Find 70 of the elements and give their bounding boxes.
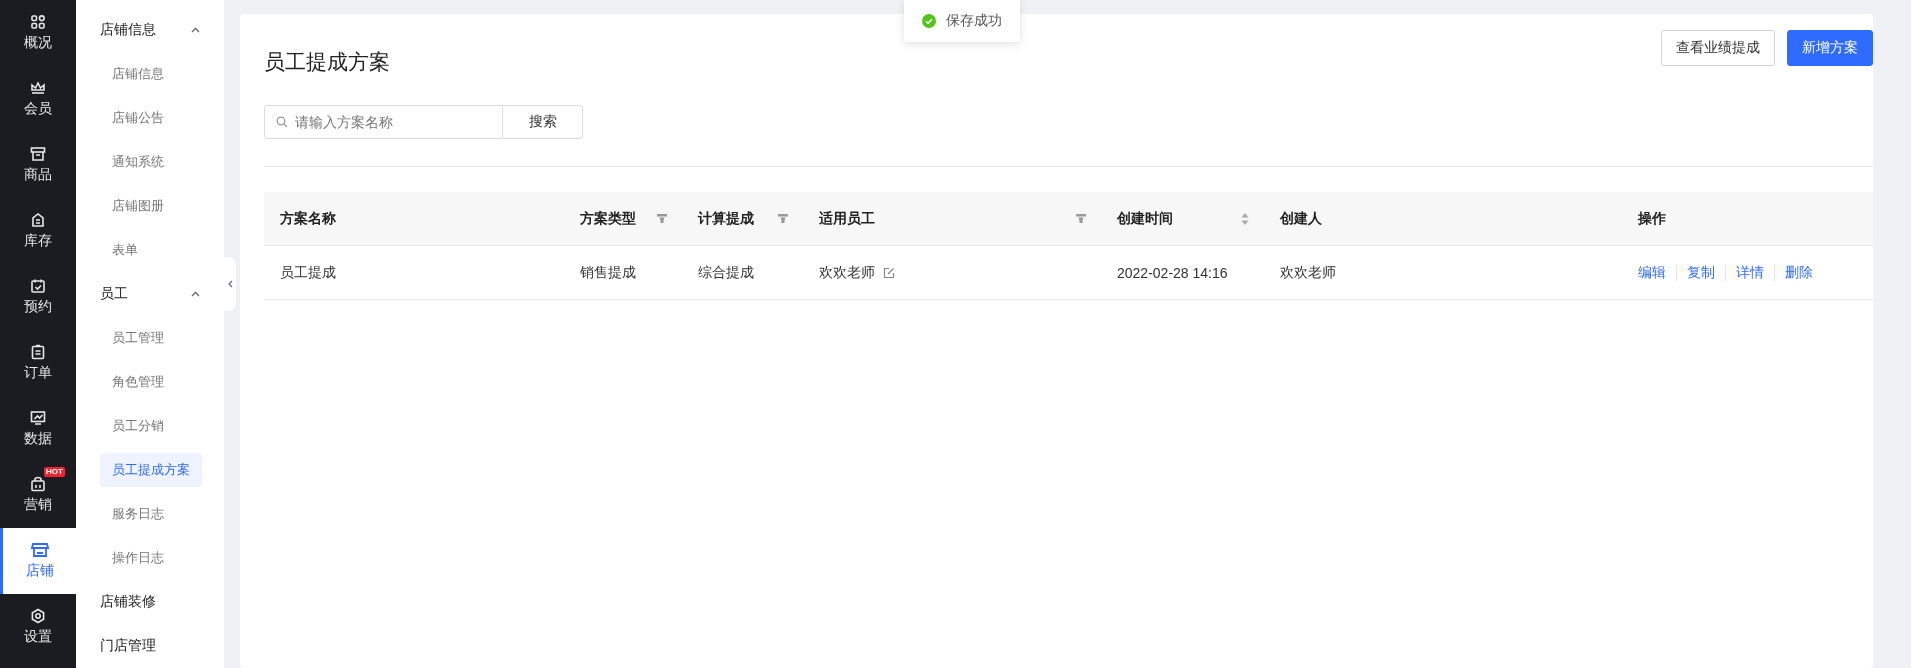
hot-badge: HOT — [44, 467, 65, 477]
sidebar-item[interactable]: 员工管理 — [100, 321, 176, 355]
sidebar-item[interactable]: 店铺信息 — [100, 57, 176, 91]
sidebar-group[interactable]: 员工 — [76, 272, 224, 316]
chevron-icon — [191, 291, 200, 297]
sidebar-item[interactable]: 店铺装修 — [76, 580, 224, 624]
table-cell: 欢欢老师 — [819, 263, 875, 282]
page-title: 员工提成方案 — [264, 49, 390, 75]
edit-icon[interactable] — [883, 266, 895, 279]
action-link[interactable]: 复制 — [1677, 263, 1725, 282]
search-field[interactable]: 请输入方案名称 — [264, 105, 503, 139]
calendar-check-icon — [30, 278, 46, 294]
table-cell: 销售提成 — [580, 263, 636, 282]
document-icon — [30, 212, 46, 228]
rail-item[interactable]: 会员 — [0, 66, 76, 132]
monitor-chart-icon — [30, 410, 46, 426]
search-icon — [276, 116, 288, 128]
search-button[interactable]: 搜索 — [503, 105, 583, 139]
sidebar-item[interactable]: 操作日志 — [100, 541, 176, 575]
column-header: 适用员工 — [819, 209, 875, 228]
box-icon — [30, 146, 46, 162]
rail-item[interactable]: 订单 — [0, 330, 76, 396]
rail-item[interactable]: 店铺 — [0, 528, 76, 594]
table-cell: 2022-02-28 14:16 — [1117, 264, 1228, 281]
filter-icon[interactable] — [1076, 214, 1086, 223]
check-circle-icon — [922, 14, 936, 28]
column-header: 方案名称 — [280, 209, 336, 228]
toast-text: 保存成功 — [946, 12, 1002, 30]
table-cell: 综合提成 — [698, 263, 754, 282]
rail-item[interactable]: 预约 — [0, 264, 76, 330]
column-header: 操作 — [1638, 209, 1666, 228]
sidebar-item[interactable]: 员工提成方案 — [100, 453, 202, 487]
collapse-tab[interactable] — [224, 257, 236, 311]
sidebar-item[interactable]: 店铺图册 — [100, 189, 176, 223]
column-header: 计算提成 — [698, 209, 754, 228]
sidebar-item[interactable]: 通知系统 — [100, 145, 176, 179]
chevron-left-icon — [227, 280, 233, 288]
sidebar-item[interactable]: 门店管理 — [76, 624, 224, 668]
sidebar-item[interactable]: 角色管理 — [100, 365, 176, 399]
sort-icon[interactable] — [1241, 212, 1249, 225]
action-link[interactable]: 编辑 — [1638, 263, 1676, 282]
chevron-icon — [191, 27, 200, 33]
rail-item[interactable]: 设置 — [0, 594, 76, 660]
sidebar-group[interactable]: 店铺信息 — [76, 8, 224, 52]
settings-icon — [30, 608, 46, 624]
table-cell: 欢欢老师 — [1280, 263, 1336, 282]
column-header: 创建人 — [1280, 209, 1322, 228]
action-link[interactable]: 详情 — [1726, 263, 1774, 282]
sidebar-item[interactable]: 员工分销 — [100, 409, 176, 443]
clipboard-icon — [30, 344, 46, 360]
bag-icon — [30, 476, 46, 492]
action-link[interactable]: 删除 — [1775, 263, 1823, 282]
table-cell: 员工提成 — [280, 263, 336, 282]
crown-icon — [30, 80, 46, 96]
view-button[interactable]: 查看业绩提成 — [1661, 30, 1775, 66]
shop-icon — [30, 542, 49, 558]
rail-item[interactable]: 数据 — [0, 396, 76, 462]
grid-icon — [30, 14, 46, 30]
sidebar-item[interactable]: 店铺公告 — [100, 101, 176, 135]
rail-item[interactable]: 库存 — [0, 198, 76, 264]
rail-item[interactable]: HOT 营销 — [0, 462, 76, 528]
column-header: 方案类型 — [580, 209, 636, 228]
add-button[interactable]: 新增方案 — [1787, 30, 1873, 66]
rail-item[interactable]: 商品 — [0, 132, 76, 198]
filter-icon[interactable] — [778, 214, 788, 223]
rail-item[interactable]: 概况 — [0, 0, 76, 66]
filter-icon[interactable] — [657, 214, 667, 223]
column-header: 创建时间 — [1117, 209, 1173, 228]
sidebar-item[interactable]: 服务日志 — [100, 497, 176, 531]
sidebar-item[interactable]: 表单 — [100, 233, 150, 267]
